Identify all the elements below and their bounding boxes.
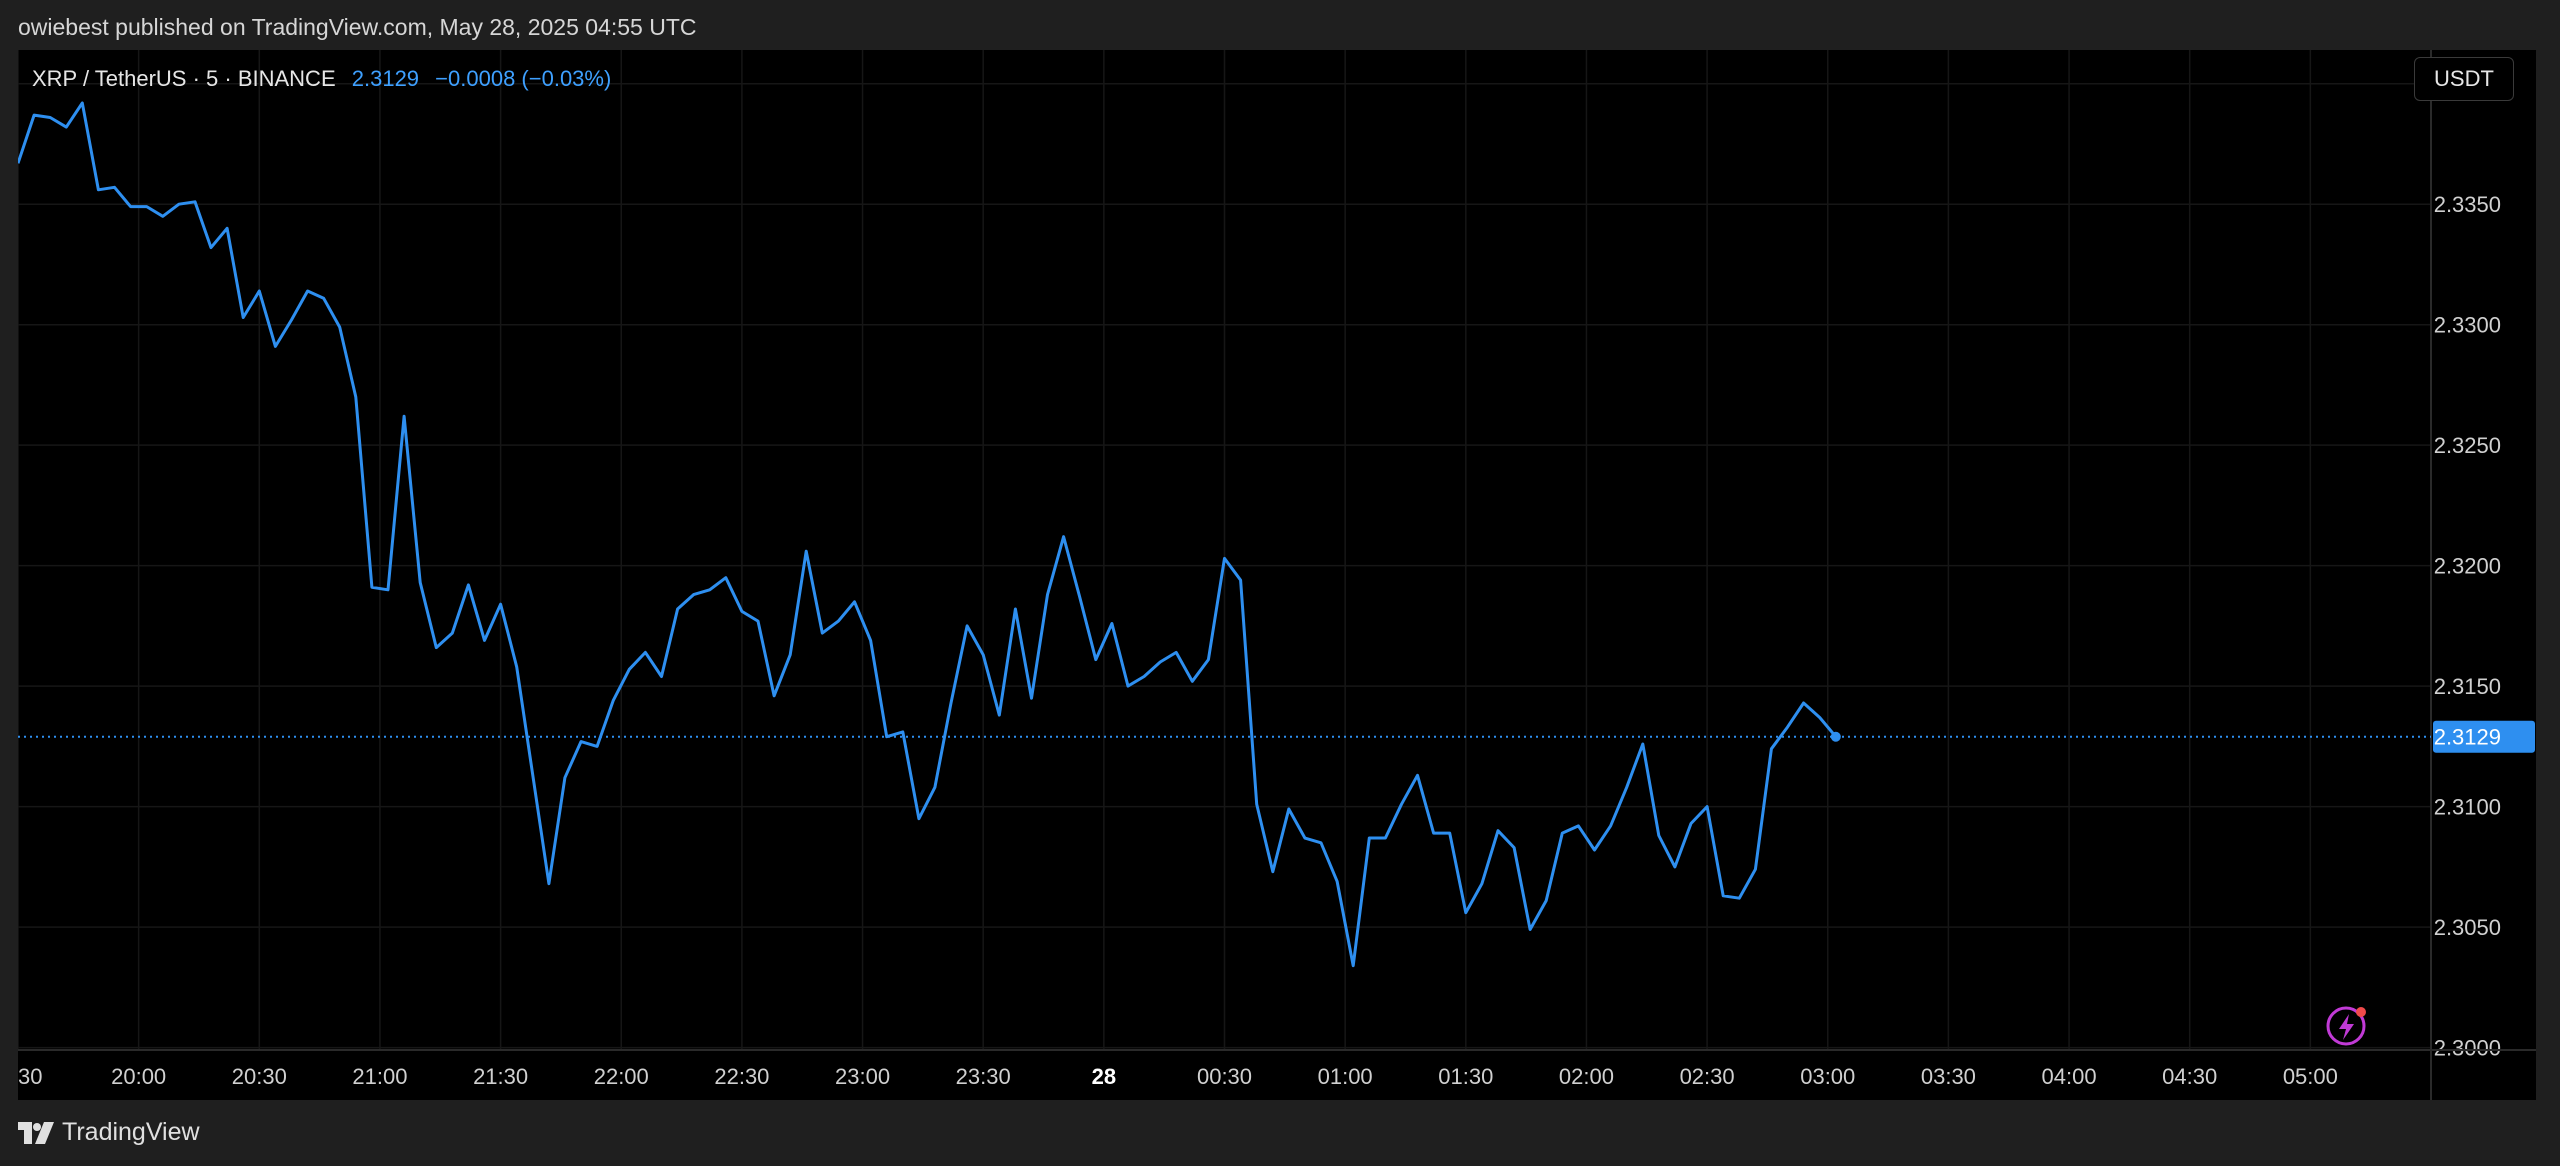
x-tick-label: 01:30 xyxy=(1438,1064,1493,1089)
x-tick-label: 04:30 xyxy=(2162,1064,2217,1089)
footer-branding[interactable]: TradingView xyxy=(18,1118,200,1147)
currency-unit-button[interactable]: USDT xyxy=(2414,57,2514,101)
tradingview-logo-icon xyxy=(18,1121,54,1144)
x-tick-label: 28 xyxy=(1092,1064,1116,1089)
chart-svg[interactable]: 2.3000 2.3050 2.3100 2.3150 2.3200 2.3250 2.33… xyxy=(18,50,2536,1100)
x-tick-label: 00:30 xyxy=(1197,1064,1252,1089)
y-tick-label: 2.3150 xyxy=(2434,674,2501,699)
published-header: owiebest published on TradingView.com, M… xyxy=(18,14,697,40)
x-tick-label: 20:00 xyxy=(111,1064,166,1089)
grid-lines xyxy=(18,50,2431,1050)
x-tick-label: 04:00 xyxy=(2042,1064,2097,1089)
x-tick-label: 03:30 xyxy=(1921,1064,1976,1089)
axis-layer: 2.3000 2.3050 2.3100 2.3150 2.3200 2.3250 2.33… xyxy=(18,50,2536,1100)
legend-last-value: 2.3129 xyxy=(351,66,420,91)
x-tick-label: 22:30 xyxy=(714,1064,769,1089)
legend-symbol[interactable]: XRP / TetherUS · 5 · BINANCE xyxy=(32,66,336,91)
legend-change: −0.0008 (−0.03%) xyxy=(435,66,612,91)
last-price-point xyxy=(1830,731,1841,742)
x-tick-label: 02:00 xyxy=(1559,1064,1614,1089)
y-tick-label: 2.3200 xyxy=(2434,554,2501,579)
last-price-tag: 2.3129 xyxy=(2433,720,2535,753)
x-tick-label: 01:00 xyxy=(1318,1064,1373,1089)
x-tick-label: 05:00 xyxy=(2283,1064,2338,1089)
price-series-line xyxy=(18,101,1837,968)
x-tick-label: 23:30 xyxy=(956,1064,1011,1089)
chart-area[interactable]: 2.3000 2.3050 2.3100 2.3150 2.3200 2.3250 2.33… xyxy=(18,50,2536,1100)
chart-legend: XRP / TetherUS · 5 · BINANCE 2.3129 −0.0… xyxy=(32,66,611,92)
x-tick-label: 30 xyxy=(18,1064,42,1089)
y-tick-label: 2.3350 xyxy=(2434,192,2501,217)
lightning-icon[interactable] xyxy=(2326,1006,2366,1046)
x-tick-label: 23:00 xyxy=(835,1064,890,1089)
y-tick-label: 2.3250 xyxy=(2434,433,2501,458)
last-price-tag-label: 2.3129 xyxy=(2434,725,2501,750)
x-tick-label: 02:30 xyxy=(1680,1064,1735,1089)
footer-brand-label: TradingView xyxy=(62,1118,200,1146)
x-tick-label: 22:00 xyxy=(594,1064,649,1089)
y-tick-label: 2.3300 xyxy=(2434,313,2501,338)
x-tick-label: 20:30 xyxy=(232,1064,287,1089)
x-tick-label: 21:30 xyxy=(473,1064,528,1089)
x-tick-label: 03:00 xyxy=(1800,1064,1855,1089)
y-tick-label: 2.3000 xyxy=(2434,1036,2501,1061)
x-tick-label: 21:00 xyxy=(352,1064,407,1089)
y-tick-label: 2.3050 xyxy=(2434,915,2501,940)
y-tick-label: 2.3100 xyxy=(2434,795,2501,820)
